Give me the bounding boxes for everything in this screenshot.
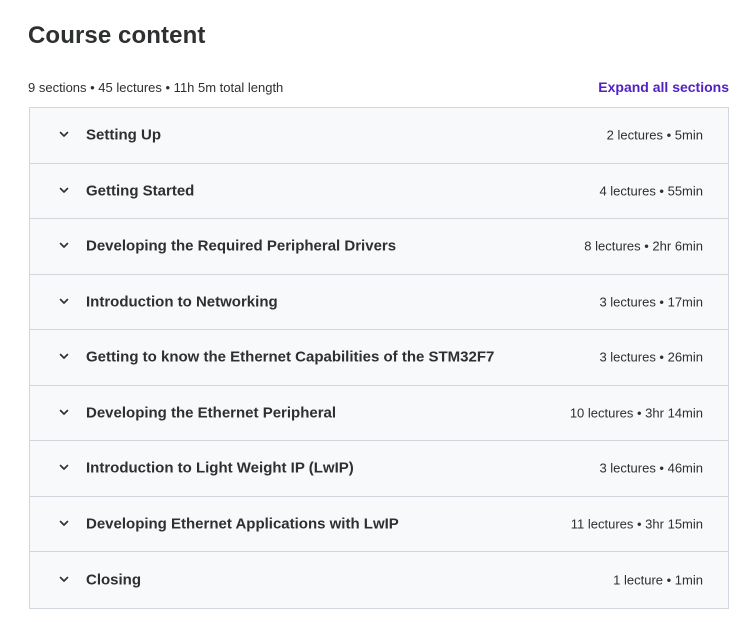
course-summary: 9 sections • 45 lectures • 11h 5m total … <box>28 80 284 95</box>
chevron-down-icon <box>58 461 70 473</box>
section-meta: 3 lectures • 17min <box>599 294 703 310</box>
chevron-down-icon <box>58 406 70 418</box>
course-content-panel: Course content 9 sections • 45 lectures … <box>0 0 743 622</box>
chevron-down-icon <box>58 517 70 529</box>
section-title: Getting Started <box>86 182 195 200</box>
chevron-down-icon <box>58 573 70 585</box>
section-meta: 2 lectures • 5min <box>606 127 703 143</box>
section-title: Setting Up <box>86 126 161 144</box>
section-meta: 4 lectures • 55min <box>599 183 703 199</box>
expand-all-sections-button[interactable]: Expand all sections <box>598 79 729 95</box>
section-title: Introduction to Networking <box>86 293 278 311</box>
section-title: Introduction to Light Weight IP (LwIP) <box>86 459 354 477</box>
section-row-getting-started[interactable]: Getting Started 4 lectures • 55min <box>30 163 728 219</box>
section-row-ethernet-peripheral[interactable]: Developing the Ethernet Peripheral 10 le… <box>30 385 728 441</box>
summary-row: 9 sections • 45 lectures • 11h 5m total … <box>28 78 729 98</box>
section-meta: 10 lectures • 3hr 14min <box>569 405 703 421</box>
section-row-ethernet-capabilities[interactable]: Getting to know the Ethernet Capabilitie… <box>30 330 728 386</box>
section-row-intro-networking[interactable]: Introduction to Networking 3 lectures • … <box>30 274 728 330</box>
section-title: Developing the Ethernet Peripheral <box>86 404 337 422</box>
section-meta: 3 lectures • 26min <box>599 349 703 365</box>
section-title: Developing the Required Peripheral Drive… <box>86 237 397 255</box>
section-meta: 11 lectures • 3hr 15min <box>570 516 703 532</box>
chevron-down-icon <box>58 239 70 251</box>
chevron-down-icon <box>58 350 70 362</box>
section-title: Developing Ethernet Applications with Lw… <box>86 515 399 533</box>
section-row-setting-up[interactable]: Setting Up 2 lectures • 5min <box>30 108 728 164</box>
chevron-down-icon <box>58 184 70 196</box>
section-row-peripheral-drivers[interactable]: Developing the Required Peripheral Drive… <box>30 219 728 275</box>
section-title: Getting to know the Ethernet Capabilitie… <box>86 348 495 366</box>
page-title: Course content <box>28 22 206 49</box>
section-list: Setting Up 2 lectures • 5min Getting Sta… <box>29 107 729 609</box>
section-meta: 3 lectures • 46min <box>599 460 703 476</box>
section-meta: 8 lectures • 2hr 6min <box>584 238 703 254</box>
section-meta: 1 lecture • 1min <box>613 572 703 588</box>
chevron-down-icon <box>58 128 70 140</box>
section-row-lwip-intro[interactable]: Introduction to Light Weight IP (LwIP) 3… <box>30 441 728 497</box>
section-title: Closing <box>86 571 141 589</box>
section-row-closing[interactable]: Closing 1 lecture • 1min <box>30 552 728 608</box>
chevron-down-icon <box>58 295 70 307</box>
section-row-ethernet-applications[interactable]: Developing Ethernet Applications with Lw… <box>30 496 728 552</box>
